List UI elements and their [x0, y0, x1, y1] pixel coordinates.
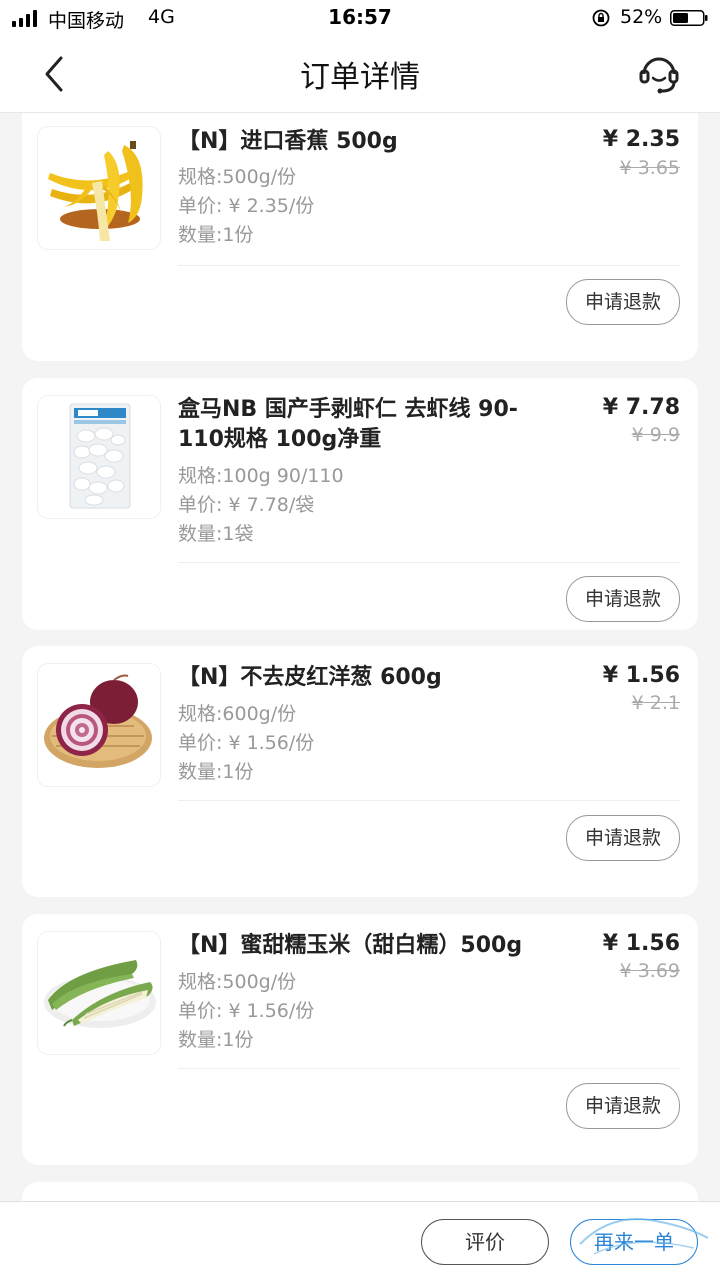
reorder-button[interactable]: 再来一单: [570, 1219, 698, 1265]
product-quantity: 数量:1份: [178, 1029, 254, 1051]
item-price: ¥ 2.35: [602, 127, 680, 152]
refund-button[interactable]: 申请退款: [566, 576, 680, 622]
corn-image: [44, 960, 156, 1028]
product-unit-price: 单价: ¥ 2.35/份: [178, 195, 315, 217]
shrimp-package-image: [69, 403, 131, 509]
item-original-price: ¥ 3.65: [619, 157, 680, 179]
order-items-list: 【N】进口香蕉 500g 规格:500g/份 单价: ¥ 2.35/份 数量:1…: [0, 113, 720, 1201]
product-quantity: 数量:1袋: [178, 523, 254, 545]
page-title: 订单详情: [300, 60, 420, 95]
battery-icon: [670, 10, 708, 26]
nav-header: 订单详情: [0, 36, 720, 113]
product-spec: 规格:500g/份: [178, 971, 297, 993]
product-name: 【N】蜜甜糯玉米（甜白糯）500g: [178, 933, 523, 958]
product-image[interactable]: [38, 127, 160, 249]
order-item-card: [22, 1182, 698, 1201]
rotation-lock-icon: [592, 9, 610, 27]
product-name: 【N】不去皮红洋葱 600g: [178, 665, 442, 690]
order-item-card: 【N】蜜甜糯玉米（甜白糯）500g 规格:500g/份 单价: ¥ 1.56/份…: [22, 914, 698, 1165]
item-price: ¥ 7.78: [602, 395, 680, 420]
battery-percent: 52%: [620, 6, 663, 28]
product-spec: 规格:500g/份: [178, 166, 297, 188]
clock: 16:57: [328, 5, 392, 29]
divider: [178, 562, 680, 563]
refund-button[interactable]: 申请退款: [566, 815, 680, 861]
product-quantity: 数量:1份: [178, 761, 254, 783]
order-item-card: 盒马NB 国产手剥虾仁 去虾线 90-110规格 100g净重 规格:100g …: [22, 378, 698, 630]
refund-button[interactable]: 申请退款: [566, 279, 680, 325]
product-name: 盒马NB 国产手剥虾仁 去虾线 90-110规格 100g净重: [178, 397, 518, 452]
product-image[interactable]: [38, 932, 160, 1054]
item-original-price: ¥ 3.69: [619, 960, 680, 982]
product-unit-price: 单价: ¥ 7.78/袋: [178, 494, 315, 516]
divider: [178, 800, 680, 801]
item-original-price: ¥ 2.1: [631, 692, 680, 714]
bottom-action-bar: 评价 再来一单: [0, 1201, 720, 1281]
customer-service-icon[interactable]: [636, 50, 682, 96]
product-spec: 规格:600g/份: [178, 703, 297, 725]
divider: [178, 1068, 680, 1069]
item-original-price: ¥ 9.9: [631, 424, 680, 446]
review-button[interactable]: 评价: [421, 1219, 549, 1265]
product-image[interactable]: [38, 664, 160, 786]
product-unit-price: 单价: ¥ 1.56/份: [178, 732, 315, 754]
product-quantity: 数量:1份: [178, 224, 254, 246]
status-bar: 中国移动 4G 16:57 52%: [0, 0, 720, 36]
order-item-card: 【N】进口香蕉 500g 规格:500g/份 单价: ¥ 2.35/份 数量:1…: [22, 113, 698, 361]
product-spec: 规格:100g 90/110: [178, 465, 344, 487]
banana-image: [48, 141, 143, 241]
red-onion-image: [44, 674, 152, 768]
divider: [178, 265, 680, 266]
order-item-card: 【N】不去皮红洋葱 600g 规格:600g/份 单价: ¥ 1.56/份 数量…: [22, 646, 698, 897]
product-unit-price: 单价: ¥ 1.56/份: [178, 1000, 315, 1022]
refund-button[interactable]: 申请退款: [566, 1083, 680, 1129]
product-name: 【N】进口香蕉 500g: [178, 129, 398, 154]
product-image[interactable]: [38, 396, 160, 518]
item-price: ¥ 1.56: [602, 931, 680, 956]
item-price: ¥ 1.56: [602, 663, 680, 688]
